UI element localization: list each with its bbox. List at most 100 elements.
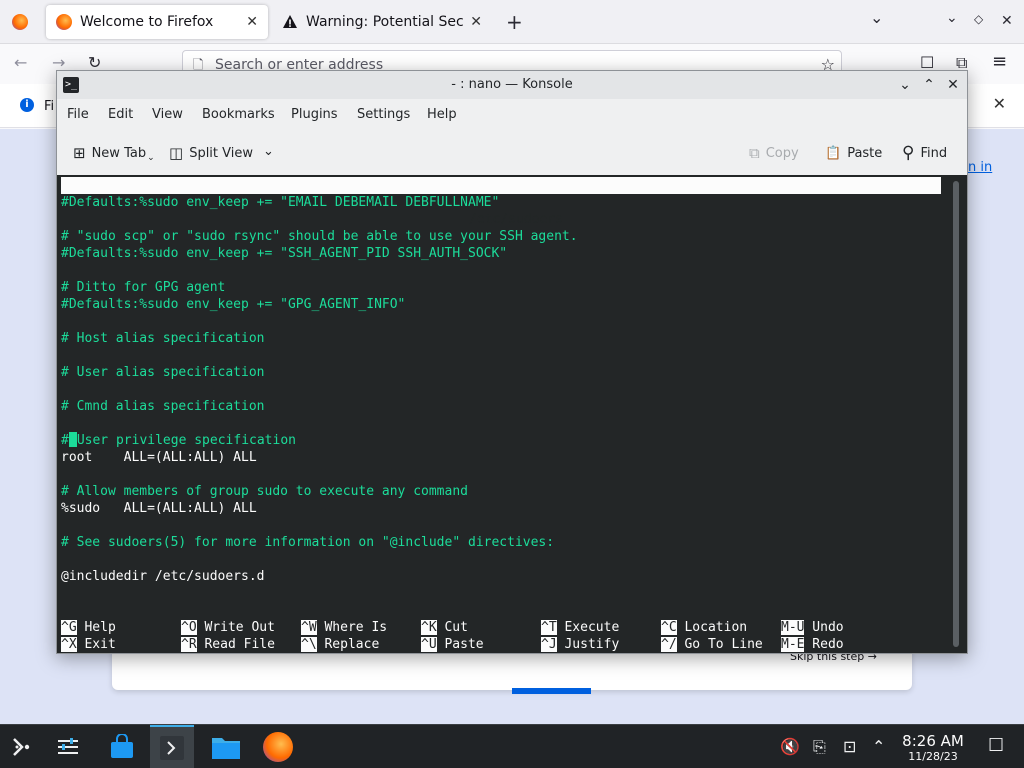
find-button[interactable]: ⚲ Find [902, 143, 947, 163]
tab-security-warning[interactable]: Warning: Potential Security ✕ [272, 5, 492, 39]
search-icon: ⚲ [902, 143, 915, 163]
tab-label: Welcome to Firefox [80, 14, 214, 30]
terminal-area[interactable]: GNU nano 7.2 /etc/sudoers #Defaults:%sud… [57, 175, 967, 653]
tab-close-icon[interactable]: ✕ [246, 14, 258, 30]
new-tab-icon: ⊞ [73, 144, 86, 162]
terminal-scrollbar[interactable] [953, 181, 959, 647]
tab-close-icon[interactable]: ✕ [470, 14, 482, 30]
shortcut-key: M-E [781, 637, 805, 652]
line-text: # Ditto for GPG agent [61, 280, 226, 295]
menu-bookmarks[interactable]: Bookmarks [202, 107, 275, 122]
paste-icon: 📋 [825, 145, 842, 161]
konsole-toolbar: ⊞ New Tab ⌄ ◫ Split View ⌄ ⧉ Copy 📋 Past… [57, 131, 967, 175]
nano-filename: /etc/sudoers [469, 212, 563, 227]
taskbar-konsole[interactable] [150, 725, 194, 768]
taskbar-firefox[interactable] [256, 725, 300, 768]
text-cursor [68, 432, 77, 447]
line-text: #Defaults:%sudo env_keep += "EMAIL DEBEM… [61, 195, 500, 210]
application-launcher[interactable] [0, 725, 44, 768]
nano-shortcut: M-E Redo [781, 636, 844, 653]
nano-shortcut: ^C Location [661, 619, 747, 636]
network-icon[interactable]: ⊡ [843, 737, 856, 756]
window-title: - : nano — Konsole [451, 77, 573, 92]
onboarding-progress [512, 688, 591, 694]
tray-expand-icon[interactable]: ⌃ [872, 737, 885, 756]
volume-muted-icon[interactable]: 🔇 [780, 737, 800, 756]
line-text: # See sudoers(5) for more information on… [61, 535, 555, 550]
line-text: # Cmnd alias specification [61, 399, 265, 414]
notification-text: Fi [44, 99, 55, 114]
minimize-icon[interactable]: ⌄ [895, 75, 915, 95]
menu-help[interactable]: Help [427, 107, 457, 122]
taskbar-settings[interactable] [46, 725, 90, 768]
konsole-window: >_ - : nano — Konsole ⌄ ⌃ ✕ File Edit Vi… [56, 70, 968, 654]
chevron-down-icon: ⌄ [263, 143, 274, 159]
line-text: # User alias specification [61, 365, 265, 380]
maximize-icon[interactable]: ⌃ [919, 75, 939, 95]
maximize-icon[interactable]: ◇ [974, 12, 983, 26]
nano-shortcut: ^W Where Is [301, 619, 387, 636]
sliders-icon [58, 738, 78, 754]
editor-line: root ALL=(ALL:ALL) ALL [61, 449, 257, 466]
new-tab-label: New Tab [91, 145, 147, 161]
menu-settings[interactable]: Settings [357, 107, 410, 122]
split-view-label: Split View [189, 145, 253, 161]
clock-date[interactable]: 11/28/23 [895, 750, 971, 763]
konsole-icon [160, 736, 184, 760]
show-desktop-icon[interactable]: ☐ [988, 735, 1004, 756]
new-tab-button[interactable]: ⊞ New Tab ⌄ [73, 143, 155, 163]
shortcut-key: ^O [181, 620, 197, 635]
taskbar-discover[interactable] [100, 725, 144, 768]
close-icon[interactable]: ✕ [943, 75, 963, 95]
taskbar-file-manager[interactable] [204, 725, 248, 768]
shortcut-key: ^K [421, 620, 437, 635]
store-bag-icon [111, 734, 133, 758]
menu-bar: File Edit View Bookmarks Plugins Setting… [57, 99, 967, 131]
app-menu-icon[interactable]: ≡ [992, 51, 1007, 72]
editor-line: # Cmnd alias specification [61, 398, 265, 415]
paste-label: Paste [847, 145, 883, 161]
shortcut-key: ^/ [661, 637, 677, 652]
minimize-icon[interactable]: ⌄ [946, 10, 958, 26]
tab-label: Warning: Potential Security [306, 14, 464, 30]
nano-shortcut: ^G Help [61, 619, 116, 636]
tab-welcome-firefox[interactable]: Welcome to Firefox ✕ [46, 5, 268, 39]
copy-button[interactable]: ⧉ Copy [749, 143, 799, 163]
shortcut-label: Exit [76, 637, 116, 652]
clipboard-icon[interactable]: ⎘ [813, 737, 826, 757]
paste-button[interactable]: 📋 Paste [825, 143, 882, 163]
menu-view[interactable]: View [152, 107, 183, 122]
close-icon[interactable]: ✕ [1001, 13, 1013, 29]
shortcut-label: Paste [436, 637, 484, 652]
editor-line: @includedir /etc/sudoers.d [61, 568, 265, 585]
shortcut-key: ^J [541, 637, 557, 652]
menu-plugins[interactable]: Plugins [291, 107, 338, 122]
tab-list-chevron-icon[interactable]: ⌄ [870, 8, 883, 27]
taskbar: 🔇 ⎘ ⊡ ⌃ 8:26 AM 11/28/23 ☐ [0, 724, 1024, 768]
nano-shortcut: ^R Read File [181, 636, 275, 653]
split-view-icon: ◫ [169, 144, 184, 162]
editor-line: # "sudo scp" or "sudo rsync" should be a… [61, 228, 578, 245]
shortcut-label: Justify [556, 637, 620, 652]
menu-file[interactable]: File [67, 107, 89, 122]
firefox-logo-icon [56, 14, 72, 30]
nano-shortcut: ^\ Replace [301, 636, 379, 653]
editor-line: # See sudoers(5) for more information on… [61, 534, 554, 551]
shortcut-key: ^X [61, 637, 77, 652]
nano-header-bar: GNU nano 7.2 /etc/sudoers [61, 177, 941, 227]
new-tab-plus-icon[interactable]: + [506, 10, 523, 34]
line-text: @includedir /etc/sudoers.d [61, 569, 265, 584]
notification-close-icon[interactable]: ✕ [993, 94, 1006, 113]
konsole-title-bar[interactable]: >_ - : nano — Konsole ⌄ ⌃ ✕ [57, 71, 967, 99]
sign-in-link[interactable]: n in [968, 160, 992, 175]
shortcut-label: Read File [196, 637, 275, 652]
back-arrow-icon[interactable]: ← [14, 53, 27, 72]
nano-shortcut: ^/ Go To Line [661, 636, 763, 653]
menu-edit[interactable]: Edit [108, 107, 133, 122]
clock-time[interactable]: 8:26 AM [895, 732, 971, 750]
firefox-view-icon[interactable] [12, 14, 28, 30]
shortcut-label: Go To Line [676, 637, 763, 652]
split-view-button[interactable]: ◫ Split View ⌄ [169, 143, 274, 163]
shortcut-label: Execute [556, 620, 620, 635]
nano-shortcut: ^K Cut [421, 619, 468, 636]
